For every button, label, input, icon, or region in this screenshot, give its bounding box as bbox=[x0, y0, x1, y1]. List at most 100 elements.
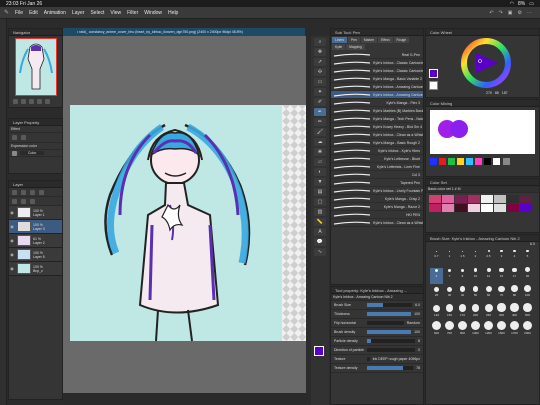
brush-item[interactable]: Kyle's Manga - Basic Rough 2 bbox=[331, 139, 423, 147]
menu-window[interactable]: Window bbox=[144, 10, 162, 16]
brush-item[interactable]: Tapered Pen bbox=[331, 179, 423, 187]
brush-size-preset[interactable]: 1200 bbox=[482, 319, 495, 335]
property-row[interactable]: Texture Ink DEEP rough paper 4096px bbox=[331, 355, 423, 364]
swatch[interactable] bbox=[475, 157, 483, 165]
brush-size-preset[interactable]: 150 bbox=[443, 303, 456, 319]
property-slider[interactable] bbox=[367, 348, 416, 352]
brush-item[interactable]: HKI PEN bbox=[331, 211, 423, 219]
brush-size-preset[interactable]: 1000 bbox=[469, 319, 482, 335]
brush-item[interactable]: Kyle's Inkbox - Amazing Cartoon Nib 2 bbox=[331, 91, 423, 99]
property-slider[interactable] bbox=[367, 339, 416, 343]
move-tool-icon[interactable]: ✥ bbox=[314, 48, 326, 56]
menu-view[interactable]: View bbox=[110, 10, 121, 16]
brush-item[interactable]: Kyle's Inkbox - Kyle's Hires bbox=[331, 147, 423, 155]
settings-icon[interactable]: ⚙ bbox=[518, 10, 522, 16]
brush-item[interactable]: Kyle's Manga - Razor 2 bbox=[331, 203, 423, 211]
color-set-swatch[interactable] bbox=[519, 203, 532, 212]
brush-size-preset[interactable]: 1 bbox=[443, 250, 456, 266]
swatch[interactable] bbox=[456, 157, 464, 165]
brush-size-preset[interactable]: 60 bbox=[482, 284, 495, 300]
brush-size-preset[interactable]: 1700 bbox=[508, 319, 521, 335]
mask-button[interactable] bbox=[30, 198, 35, 204]
brush-size-preset[interactable]: 17 bbox=[508, 266, 521, 282]
brush-item[interactable]: Kyle's Manga - Flex 3 bbox=[331, 99, 423, 107]
property-slider[interactable] bbox=[367, 303, 413, 307]
fit-button[interactable] bbox=[29, 99, 34, 104]
layer-item[interactable]: ◉ 61 % Layer 2 bbox=[9, 234, 62, 248]
color-set-swatch[interactable] bbox=[519, 194, 532, 203]
menu-select[interactable]: Select bbox=[90, 10, 104, 16]
swatch[interactable] bbox=[438, 157, 446, 165]
expression-color-select[interactable]: Color bbox=[20, 151, 45, 155]
brush-size-preset[interactable]: 80 bbox=[508, 284, 521, 300]
property-row[interactable]: Texture density 78 bbox=[331, 364, 423, 373]
swatch[interactable] bbox=[429, 157, 437, 165]
app-logo-icon[interactable]: ✎ bbox=[4, 9, 9, 16]
zoom-tool-icon[interactable]: ⌕ bbox=[314, 38, 326, 46]
property-row[interactable]: Brush Size 6.0 bbox=[331, 301, 423, 310]
menu-animation[interactable]: Animation bbox=[44, 10, 66, 16]
new-layer-button[interactable] bbox=[12, 189, 17, 195]
brush-size-preset[interactable]: 100 bbox=[521, 284, 534, 300]
new-folder-button[interactable] bbox=[21, 189, 26, 195]
brush-item[interactable]: Kyle's Inkbox - Classic Cartoonist 2 bbox=[331, 67, 423, 75]
zoom-in-button[interactable] bbox=[21, 99, 26, 104]
eye-icon[interactable]: ◉ bbox=[9, 210, 15, 215]
property-slider[interactable] bbox=[367, 357, 370, 361]
eye-icon[interactable]: ◉ bbox=[9, 224, 15, 229]
brush-size-preset[interactable]: 800 bbox=[456, 319, 469, 335]
brush-item[interactable]: Real G-Pen bbox=[331, 51, 423, 59]
brush-size-preset[interactable]: 1.5 bbox=[456, 249, 469, 265]
redo-icon[interactable]: ↷ bbox=[499, 10, 503, 16]
brush-size-preset[interactable]: 30 bbox=[443, 285, 456, 301]
brush-size-preset[interactable]: 12 bbox=[482, 267, 495, 283]
brush-size-preset[interactable]: 200 bbox=[469, 302, 482, 318]
more-icon[interactable]: ⋯ bbox=[527, 10, 532, 16]
brush-tool-icon[interactable]: 🖌 bbox=[314, 128, 326, 136]
property-row[interactable]: Direction of particle 0 bbox=[331, 346, 423, 355]
color-set-swatch[interactable] bbox=[506, 203, 519, 212]
tab-kylie[interactable]: Kylie bbox=[332, 44, 346, 50]
brush-item[interactable]: Kyle's Marbles (B) Marbles Basic bbox=[331, 107, 423, 115]
color-set-swatch[interactable] bbox=[493, 194, 506, 203]
brush-size-preset[interactable]: 3 bbox=[495, 249, 508, 265]
main-color-swatch[interactable] bbox=[314, 346, 324, 356]
text-tool-icon[interactable]: A bbox=[314, 228, 326, 236]
color-set-swatch[interactable] bbox=[454, 203, 467, 212]
swatch[interactable] bbox=[466, 157, 473, 165]
layer-item[interactable]: ◉ 100 % Layer 5 bbox=[9, 248, 62, 262]
brush-size-preset[interactable]: 400 bbox=[508, 302, 521, 318]
brush-size-preset[interactable]: 500 bbox=[521, 301, 534, 317]
brush-size-preset[interactable]: 300 bbox=[495, 302, 508, 318]
flip-button[interactable] bbox=[45, 99, 50, 104]
pen-tool-icon[interactable]: ✒ bbox=[314, 108, 326, 116]
canvas-artboard[interactable] bbox=[70, 105, 282, 341]
property-row[interactable]: Brush density 100 bbox=[331, 328, 423, 337]
color-set-swatch[interactable] bbox=[493, 203, 506, 212]
navigator-preview[interactable] bbox=[15, 38, 57, 96]
brush-size-preset[interactable]: 40 bbox=[456, 285, 469, 301]
layer-move-icon[interactable]: ✣ bbox=[314, 68, 326, 76]
lock-button[interactable] bbox=[30, 189, 35, 195]
brush-item[interactable]: Kyle's Inkbox - Clean as a Whistle NEW 2 bbox=[331, 131, 423, 139]
gradient-tool-icon[interactable]: ▤ bbox=[314, 188, 326, 196]
border-effect-button[interactable] bbox=[12, 135, 17, 140]
menu-layer[interactable]: Layer bbox=[72, 10, 85, 16]
property-row[interactable]: Particle density 8 bbox=[331, 337, 423, 346]
brush-size-preset[interactable]: 8 bbox=[456, 267, 469, 283]
eyedropper-icon[interactable]: ✐ bbox=[314, 98, 326, 106]
eye-icon[interactable]: ◉ bbox=[9, 266, 15, 271]
brush-item[interactable]: Kyle's Manga - Tech Pens - Natural bbox=[331, 115, 423, 123]
brush-item[interactable]: Kyle's Manga - Crisp 2 bbox=[331, 195, 423, 203]
brush-item[interactable]: Kyle's Lettreuse - Bluet bbox=[331, 155, 423, 163]
brush-size-preset[interactable]: 2 bbox=[469, 249, 482, 265]
balloon-tool-icon[interactable]: 💬 bbox=[314, 238, 326, 246]
menu-help[interactable]: Help bbox=[168, 10, 178, 16]
brush-size-preset[interactable]: 7 bbox=[443, 267, 456, 283]
main-color-chip[interactable] bbox=[429, 69, 438, 78]
blend-tool-icon[interactable]: ◐ bbox=[314, 168, 326, 176]
pencil-tool-icon[interactable]: ✏ bbox=[314, 118, 326, 126]
color-set-swatch[interactable] bbox=[480, 194, 493, 203]
document-tab[interactable]: • raidi_ constancy_anime_cover_hhu (hear… bbox=[63, 28, 305, 36]
sub-color-chip[interactable] bbox=[429, 81, 438, 90]
